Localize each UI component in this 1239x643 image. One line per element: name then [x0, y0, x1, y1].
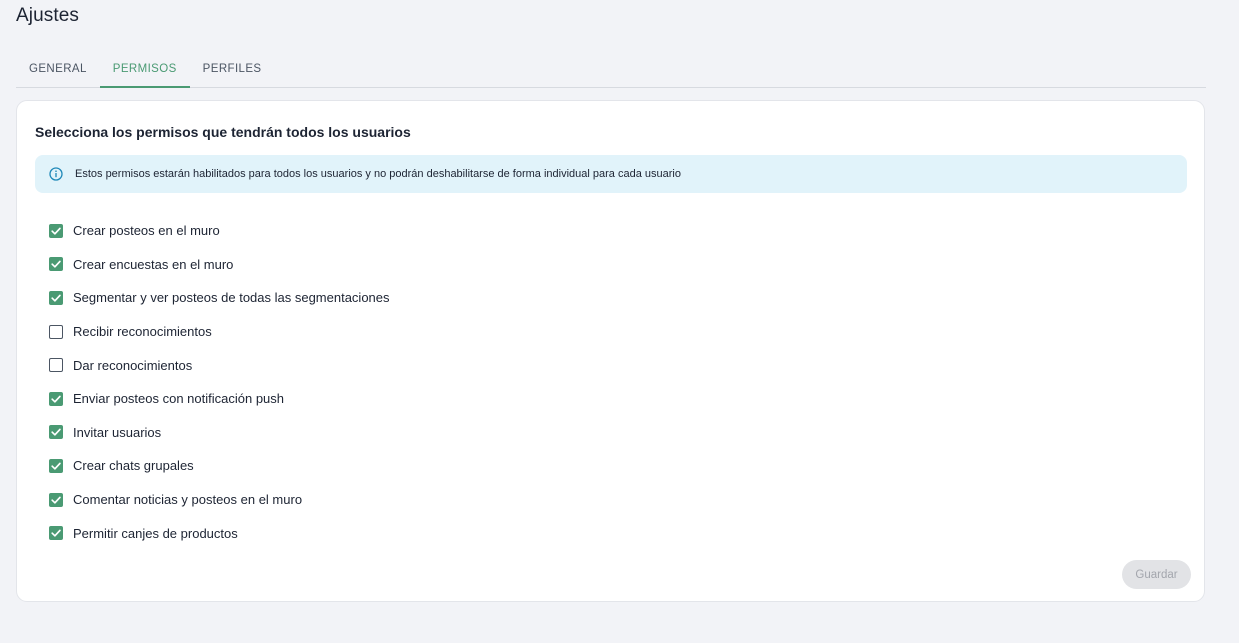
save-button[interactable]: Guardar: [1122, 560, 1191, 589]
permission-label: Segmentar y ver posteos de todas las seg…: [73, 290, 390, 306]
checkbox-checked[interactable]: [49, 492, 63, 507]
tab-label: GENERAL: [29, 62, 87, 75]
info-text: Estos permisos estarán habilitados para …: [75, 168, 681, 180]
info-icon: [49, 167, 63, 181]
permission-label: Crear encuestas en el muro: [73, 256, 234, 272]
permission-label: Crear chats grupales: [73, 458, 194, 474]
tab-label: PERFILES: [202, 62, 262, 75]
checkbox-checked[interactable]: [49, 458, 63, 473]
checkbox-checked[interactable]: [49, 526, 63, 541]
permissions-card: Selecciona los permisos que tendrán todo…: [16, 100, 1205, 602]
checkbox-checked[interactable]: [49, 257, 63, 272]
permission-item[interactable]: Segmentar y ver posteos de todas las seg…: [49, 281, 390, 315]
permissions-list: Crear posteos en el muro Crear encuestas …: [49, 214, 390, 550]
permission-item[interactable]: Invitar usuarios: [49, 416, 390, 450]
settings-tabs: GENERAL PERMISOS PERFILES: [16, 50, 1206, 88]
permission-label: Enviar posteos con notificación push: [73, 391, 285, 407]
permission-label: Invitar usuarios: [73, 424, 162, 440]
permission-item[interactable]: Recibir reconocimientos: [49, 315, 390, 349]
permission-item[interactable]: Dar reconocimientos: [49, 348, 390, 382]
permission-label: Crear posteos en el muro: [73, 223, 220, 239]
permission-label: Recibir reconocimientos: [73, 324, 212, 340]
permission-item[interactable]: Enviar posteos con notificación push: [49, 382, 390, 416]
tab-perfiles[interactable]: PERFILES: [190, 50, 275, 87]
permission-label: Dar reconocimientos: [73, 357, 193, 373]
checkbox-checked[interactable]: [49, 223, 63, 238]
permission-item[interactable]: Comentar noticias y posteos en el muro: [49, 483, 390, 517]
permission-item[interactable]: Crear encuestas en el muro: [49, 248, 390, 282]
info-banner: Estos permisos estarán habilitados para …: [35, 155, 1187, 193]
permission-label: Comentar noticias y posteos en el muro: [73, 492, 303, 508]
permission-item[interactable]: Crear posteos en el muro: [49, 214, 390, 248]
permission-item[interactable]: Crear chats grupales: [49, 449, 390, 483]
checkbox-checked[interactable]: [49, 391, 63, 406]
permission-item[interactable]: Permitir canjes de productos: [49, 516, 390, 550]
tab-permisos[interactable]: PERMISOS: [99, 50, 190, 88]
tab-label: PERMISOS: [112, 62, 177, 75]
tab-general[interactable]: GENERAL: [16, 50, 100, 87]
checkbox-checked[interactable]: [49, 290, 63, 305]
checkbox-checked[interactable]: [49, 425, 63, 440]
checkbox-unchecked[interactable]: [49, 324, 63, 339]
checkbox-unchecked[interactable]: [49, 358, 63, 373]
permission-label: Permitir canjes de productos: [73, 525, 238, 541]
page-title: Ajustes: [16, 5, 80, 26]
card-title: Selecciona los permisos que tendrán todo…: [35, 124, 411, 140]
